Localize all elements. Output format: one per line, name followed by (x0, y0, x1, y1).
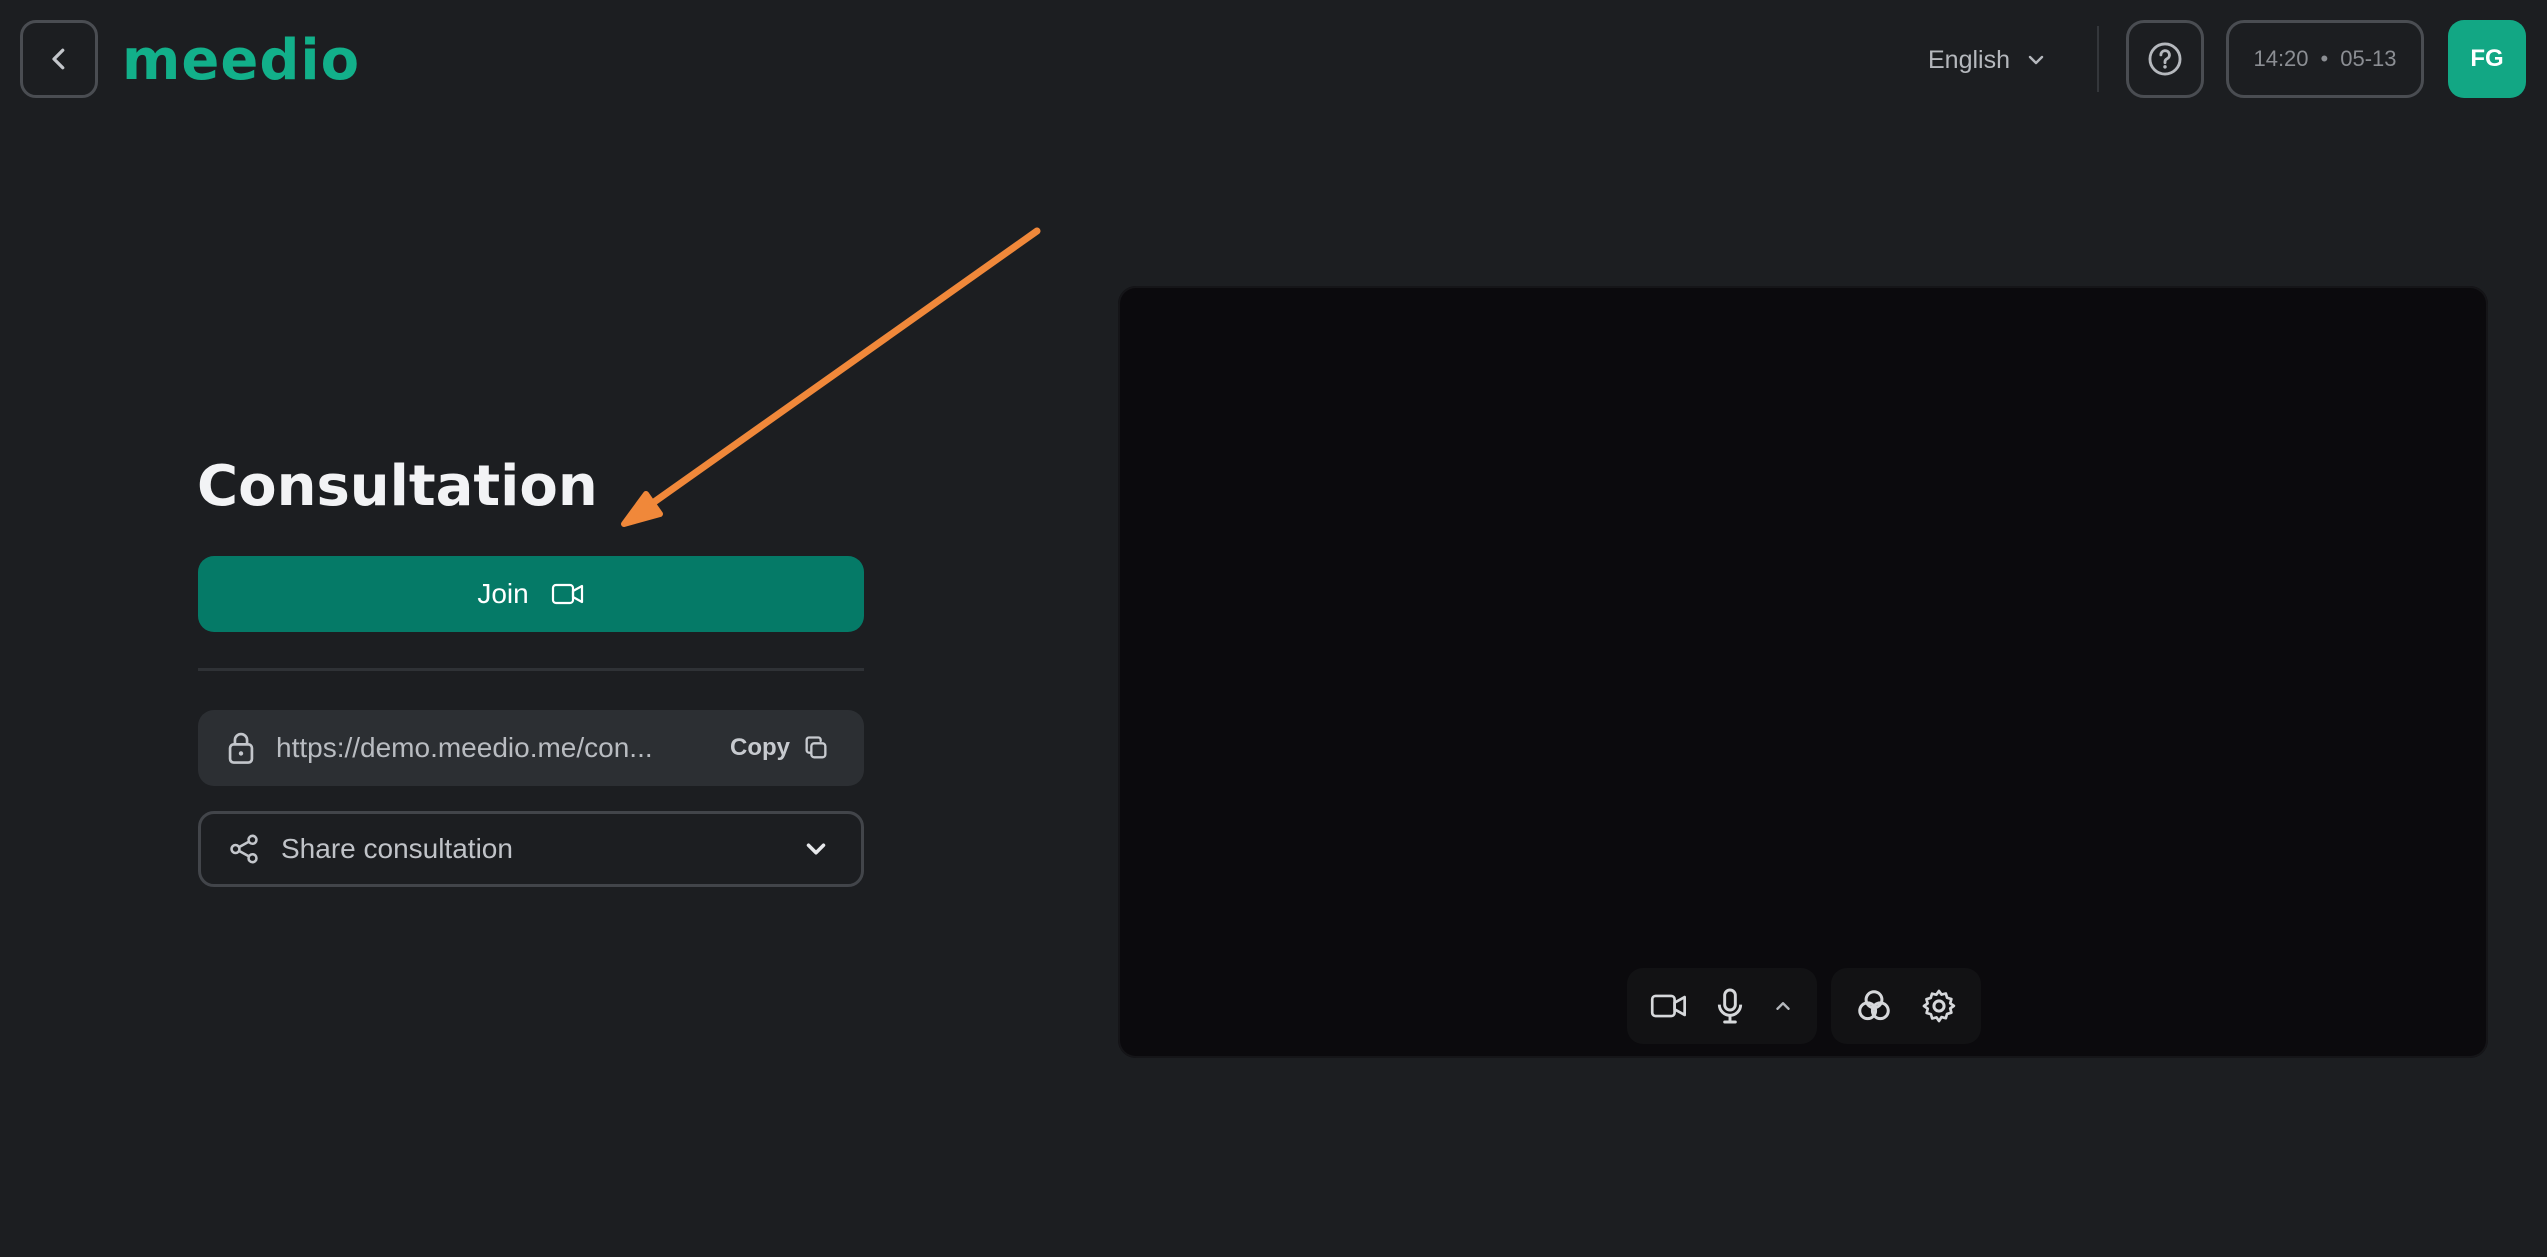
join-button-label: Join (477, 578, 529, 609)
question-circle-icon (2148, 42, 2182, 76)
user-avatar[interactable]: FG (2448, 20, 2526, 98)
chevron-up-icon (1776, 1002, 1790, 1010)
date-label: 05-13 (2340, 46, 2397, 71)
language-selector[interactable]: English (1928, 32, 2048, 88)
chevron-down-icon (2028, 55, 2044, 65)
back-button[interactable] (20, 20, 98, 98)
help-button[interactable] (2126, 20, 2204, 98)
camera-toggle-button[interactable] (1650, 991, 1688, 1021)
media-controls-group (1627, 968, 1817, 1044)
microphone-toggle-button[interactable] (1714, 987, 1746, 1025)
copy-label: Copy (730, 734, 790, 761)
video-preview (1118, 286, 2488, 1058)
header-divider (2097, 26, 2099, 92)
share-consultation-label: Share consultation (281, 833, 513, 864)
meedio-logo[interactable]: meedio (122, 22, 360, 98)
chevron-down-icon (806, 843, 826, 855)
join-button[interactable]: Join (198, 556, 864, 632)
video-camera-icon (1650, 994, 1686, 1018)
microphone-options-button[interactable] (1772, 995, 1794, 1017)
consultation-link-text[interactable]: https://demo.meedio.me/con... (276, 732, 676, 764)
share-dropdown-chevron (801, 834, 831, 864)
consultation-link-field: https://demo.meedio.me/con... Copy (198, 710, 864, 786)
share-consultation-dropdown[interactable]: Share consultation (198, 811, 864, 887)
section-divider (198, 668, 864, 671)
pre-join-page: meedio English 14:20 • 05-13 FG Consulta… (0, 0, 2547, 1257)
share-icon (230, 834, 258, 864)
settings-button[interactable] (1920, 987, 1958, 1025)
copy-link-button[interactable]: Copy (730, 734, 830, 762)
gear-icon (1922, 989, 1955, 1023)
page-title: Consultation (197, 454, 598, 519)
video-camera-icon (551, 583, 583, 605)
time-date-display: 14:20 • 05-13 (2226, 20, 2424, 98)
microphone-icon (1717, 988, 1743, 1024)
time-separator: • (2320, 46, 2329, 71)
copy-icon (805, 736, 827, 759)
effects-button[interactable] (1855, 987, 1893, 1025)
effects-settings-group (1831, 968, 1981, 1044)
effects-icon (1857, 990, 1890, 1021)
time-label: 14:20 (2253, 46, 2309, 71)
lock-icon (228, 732, 254, 764)
language-label: English (1928, 45, 2010, 74)
chevron-left-icon (52, 48, 65, 70)
